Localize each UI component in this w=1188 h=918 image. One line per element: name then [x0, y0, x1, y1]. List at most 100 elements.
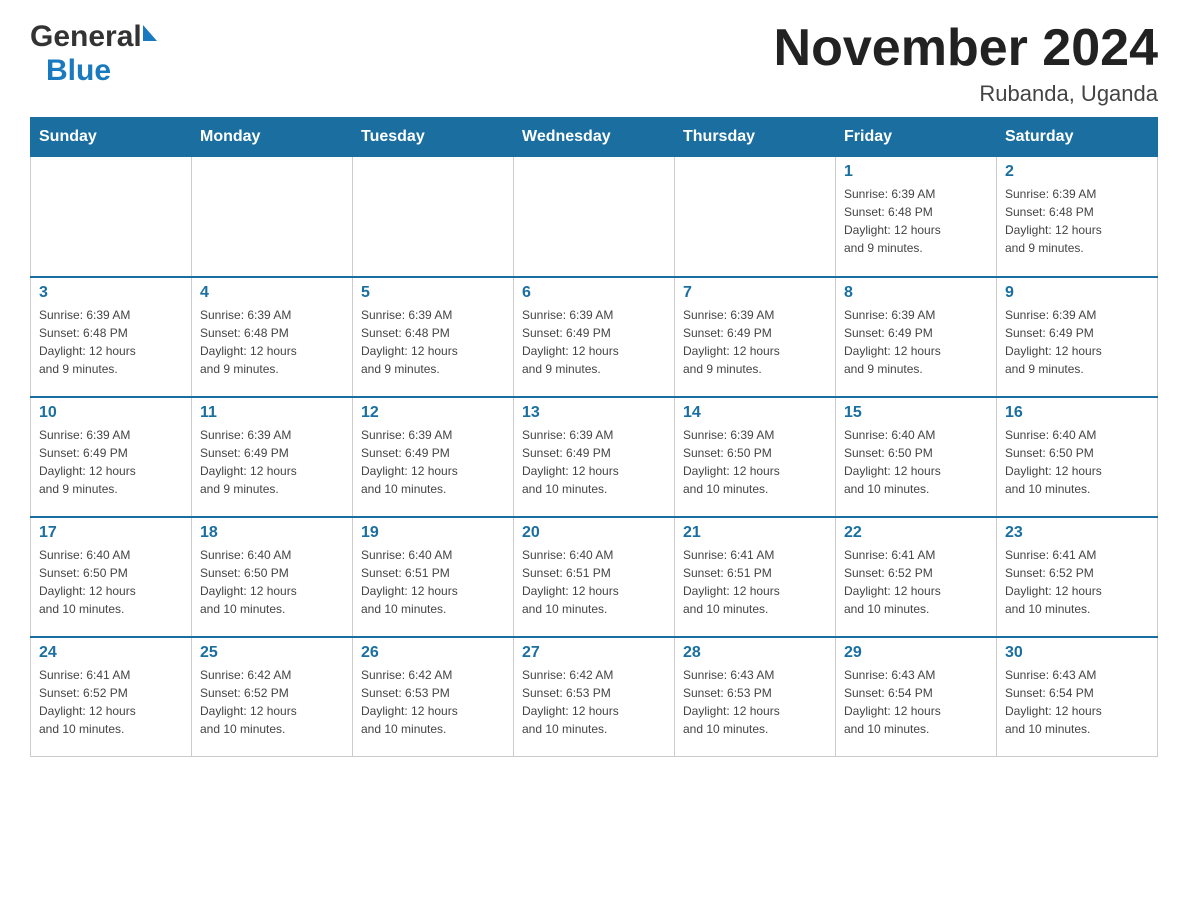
day-sun-info: Sunrise: 6:39 AMSunset: 6:49 PMDaylight:…: [844, 306, 988, 378]
logo-arrow-icon: [143, 25, 157, 41]
calendar-cell: 17 Sunrise: 6:40 AMSunset: 6:50 PMDayligh…: [31, 517, 192, 637]
day-number: 28: [683, 644, 827, 662]
day-sun-info: Sunrise: 6:40 AMSunset: 6:51 PMDaylight:…: [522, 546, 666, 618]
day-sun-info: Sunrise: 6:43 AMSunset: 6:54 PMDaylight:…: [844, 666, 988, 738]
calendar-cell: 22Sunrise: 6:41 AMSunset: 6:52 PMDayligh…: [836, 517, 997, 637]
day-sun-info: Sunrise: 6:39 AMSunset: 6:49 PMDaylight:…: [39, 426, 183, 498]
day-sun-info: Sunrise: 6:39 AMSunset: 6:49 PMDaylight:…: [522, 306, 666, 378]
day-of-week-header: Saturday: [997, 118, 1158, 157]
title-block: November 2024 Rubanda, Uganda: [774, 20, 1158, 107]
calendar-cell: 29 Sunrise: 6:43 AMSunset: 6:54 PMDayligh…: [836, 637, 997, 757]
day-number: 12: [361, 404, 505, 422]
day-sun-info: Sunrise: 6:39 AMSunset: 6:48 PMDaylight:…: [844, 185, 988, 257]
logo: General Blue: [30, 20, 157, 88]
day-number: 18: [200, 524, 344, 542]
day-sun-info: Sunrise: 6:43 AMSunset: 6:54 PMDaylight:…: [1005, 666, 1149, 738]
calendar-cell: 19Sunrise: 6:40 AMSunset: 6:51 PMDayligh…: [353, 517, 514, 637]
day-number: 8: [844, 284, 988, 302]
calendar-cell: 23Sunrise: 6:41 AMSunset: 6:52 PMDayligh…: [997, 517, 1158, 637]
day-number: 23: [1005, 524, 1149, 542]
calendar-table: SundayMondayTuesdayWednesdayThursdayFrid…: [30, 117, 1158, 757]
calendar-cell: 5Sunrise: 6:39 AMSunset: 6:48 PMDaylight…: [353, 277, 514, 397]
day-number: 6: [522, 284, 666, 302]
calendar-week-row: 10Sunrise: 6:39 AMSunset: 6:49 PMDayligh…: [31, 397, 1158, 517]
day-sun-info: Sunrise: 6:41 AMSunset: 6:51 PMDaylight:…: [683, 546, 827, 618]
day-number: 15: [844, 404, 988, 422]
day-number: 4: [200, 284, 344, 302]
day-sun-info: Sunrise: 6:43 AMSunset: 6:53 PMDaylight:…: [683, 666, 827, 738]
calendar-week-row: 3 Sunrise: 6:39 AMSunset: 6:48 PMDaylight…: [31, 277, 1158, 397]
day-number: 14: [683, 404, 827, 422]
day-number: 20: [522, 524, 666, 542]
day-number: 30: [1005, 644, 1149, 662]
day-sun-info: Sunrise: 6:39 AMSunset: 6:50 PMDaylight:…: [683, 426, 827, 498]
logo-blue-text: Blue: [46, 54, 111, 87]
calendar-cell: 21Sunrise: 6:41 AMSunset: 6:51 PMDayligh…: [675, 517, 836, 637]
day-sun-info: Sunrise: 6:39 AMSunset: 6:49 PMDaylight:…: [522, 426, 666, 498]
day-number: 27: [522, 644, 666, 662]
calendar-cell: 20 Sunrise: 6:40 AMSunset: 6:51 PMDayligh…: [514, 517, 675, 637]
calendar-cell: 24 Sunrise: 6:41 AMSunset: 6:52 PMDayligh…: [31, 637, 192, 757]
day-number: 11: [200, 404, 344, 422]
calendar-cell: [192, 157, 353, 277]
calendar-header-row: SundayMondayTuesdayWednesdayThursdayFrid…: [31, 118, 1158, 157]
calendar-cell: 12 Sunrise: 6:39 AMSunset: 6:49 PMDayligh…: [353, 397, 514, 517]
day-sun-info: Sunrise: 6:42 AMSunset: 6:53 PMDaylight:…: [361, 666, 505, 738]
calendar-cell: 9 Sunrise: 6:39 AMSunset: 6:49 PMDaylight…: [997, 277, 1158, 397]
calendar-cell: 11Sunrise: 6:39 AMSunset: 6:49 PMDayligh…: [192, 397, 353, 517]
day-sun-info: Sunrise: 6:39 AMSunset: 6:49 PMDaylight:…: [361, 426, 505, 498]
day-number: 16: [1005, 404, 1149, 422]
location-subtitle: Rubanda, Uganda: [774, 81, 1158, 107]
day-number: 29: [844, 644, 988, 662]
day-number: 17: [39, 524, 183, 542]
day-sun-info: Sunrise: 6:39 AMSunset: 6:48 PMDaylight:…: [39, 306, 183, 378]
month-title: November 2024: [774, 20, 1158, 77]
day-sun-info: Sunrise: 6:40 AMSunset: 6:50 PMDaylight:…: [200, 546, 344, 618]
calendar-cell: [353, 157, 514, 277]
calendar-cell: [514, 157, 675, 277]
calendar-cell: 8 Sunrise: 6:39 AMSunset: 6:49 PMDaylight…: [836, 277, 997, 397]
day-number: 1: [844, 163, 988, 181]
day-of-week-header: Tuesday: [353, 118, 514, 157]
day-sun-info: Sunrise: 6:40 AMSunset: 6:50 PMDaylight:…: [1005, 426, 1149, 498]
calendar-cell: 10Sunrise: 6:39 AMSunset: 6:49 PMDayligh…: [31, 397, 192, 517]
calendar-cell: [675, 157, 836, 277]
page-header: General Blue November 2024 Rubanda, Ugan…: [30, 20, 1158, 107]
calendar-cell: 16 Sunrise: 6:40 AMSunset: 6:50 PMDayligh…: [997, 397, 1158, 517]
calendar-cell: 27 Sunrise: 6:42 AMSunset: 6:53 PMDayligh…: [514, 637, 675, 757]
day-number: 9: [1005, 284, 1149, 302]
calendar-cell: 26 Sunrise: 6:42 AMSunset: 6:53 PMDayligh…: [353, 637, 514, 757]
calendar-cell: [31, 157, 192, 277]
calendar-cell: 7 Sunrise: 6:39 AMSunset: 6:49 PMDaylight…: [675, 277, 836, 397]
day-sun-info: Sunrise: 6:42 AMSunset: 6:53 PMDaylight:…: [522, 666, 666, 738]
calendar-cell: 2 Sunrise: 6:39 AMSunset: 6:48 PMDaylight…: [997, 157, 1158, 277]
calendar-cell: 25Sunrise: 6:42 AMSunset: 6:52 PMDayligh…: [192, 637, 353, 757]
calendar-week-row: 1 Sunrise: 6:39 AMSunset: 6:48 PMDaylight…: [31, 157, 1158, 277]
day-sun-info: Sunrise: 6:39 AMSunset: 6:48 PMDaylight:…: [361, 306, 505, 378]
calendar-cell: 1 Sunrise: 6:39 AMSunset: 6:48 PMDaylight…: [836, 157, 997, 277]
calendar-cell: 14 Sunrise: 6:39 AMSunset: 6:50 PMDayligh…: [675, 397, 836, 517]
day-number: 25: [200, 644, 344, 662]
day-sun-info: Sunrise: 6:39 AMSunset: 6:48 PMDaylight:…: [1005, 185, 1149, 257]
calendar-cell: 3 Sunrise: 6:39 AMSunset: 6:48 PMDaylight…: [31, 277, 192, 397]
day-number: 2: [1005, 163, 1149, 181]
calendar-cell: 18 Sunrise: 6:40 AMSunset: 6:50 PMDayligh…: [192, 517, 353, 637]
calendar-cell: 15Sunrise: 6:40 AMSunset: 6:50 PMDayligh…: [836, 397, 997, 517]
calendar-cell: 4 Sunrise: 6:39 AMSunset: 6:48 PMDaylight…: [192, 277, 353, 397]
day-number: 3: [39, 284, 183, 302]
day-sun-info: Sunrise: 6:39 AMSunset: 6:49 PMDaylight:…: [683, 306, 827, 378]
day-number: 22: [844, 524, 988, 542]
day-of-week-header: Sunday: [31, 118, 192, 157]
day-number: 13: [522, 404, 666, 422]
day-number: 24: [39, 644, 183, 662]
calendar-week-row: 24 Sunrise: 6:41 AMSunset: 6:52 PMDayligh…: [31, 637, 1158, 757]
day-number: 7: [683, 284, 827, 302]
day-sun-info: Sunrise: 6:41 AMSunset: 6:52 PMDaylight:…: [39, 666, 183, 738]
calendar-cell: 13 Sunrise: 6:39 AMSunset: 6:49 PMDayligh…: [514, 397, 675, 517]
day-sun-info: Sunrise: 6:39 AMSunset: 6:49 PMDaylight:…: [1005, 306, 1149, 378]
day-sun-info: Sunrise: 6:39 AMSunset: 6:48 PMDaylight:…: [200, 306, 344, 378]
day-of-week-header: Monday: [192, 118, 353, 157]
day-sun-info: Sunrise: 6:40 AMSunset: 6:50 PMDaylight:…: [39, 546, 183, 618]
day-number: 26: [361, 644, 505, 662]
day-number: 19: [361, 524, 505, 542]
